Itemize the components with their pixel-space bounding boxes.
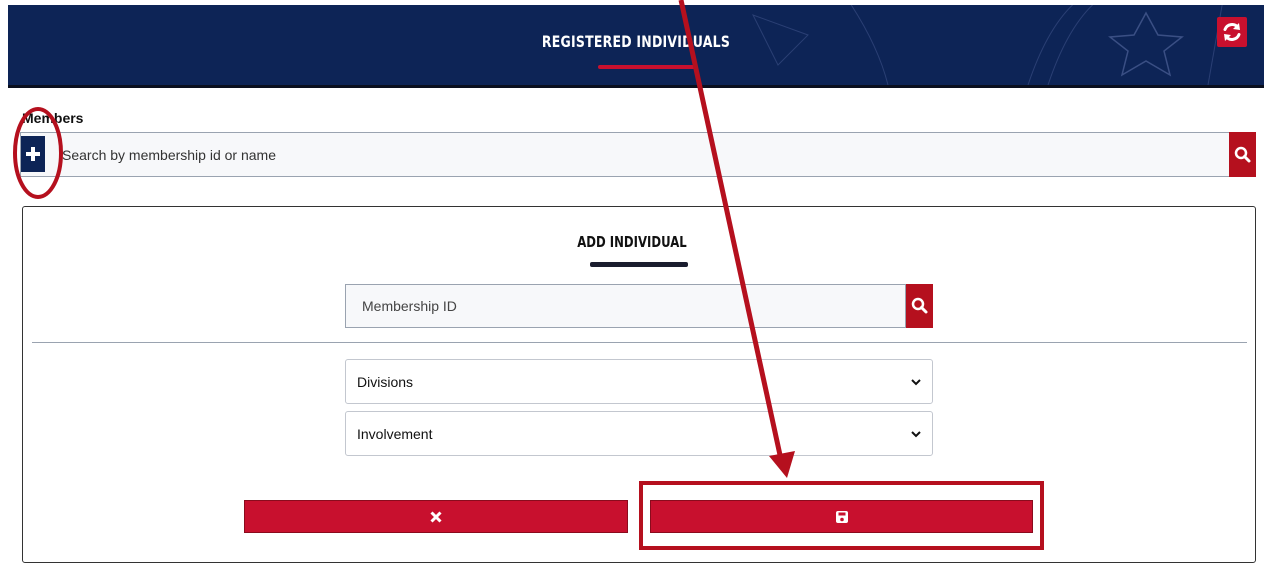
member-search-input[interactable]	[62, 145, 1212, 165]
divisions-select-label: Divisions	[357, 374, 414, 390]
membership-id-input[interactable]	[345, 284, 906, 328]
chevron-down-icon	[911, 431, 921, 438]
panel-title-underline	[590, 262, 688, 267]
membership-search-button[interactable]	[906, 284, 933, 328]
divider	[32, 342, 1247, 343]
divisions-select[interactable]: Divisions	[345, 359, 933, 404]
page-title: REGISTERED INDIVIDUALS	[541, 32, 731, 51]
cancel-button[interactable]	[244, 500, 628, 533]
involvement-select[interactable]: Involvement	[345, 411, 933, 456]
plus-icon	[26, 147, 40, 161]
chevron-down-icon	[911, 379, 921, 386]
members-label: Members	[22, 110, 84, 126]
title-underline	[598, 65, 696, 69]
header-banner: REGISTERED INDIVIDUALS	[8, 5, 1264, 88]
member-search-button[interactable]	[1229, 132, 1256, 177]
highlight-box	[639, 481, 1044, 550]
refresh-icon	[1223, 23, 1241, 41]
search-icon	[1234, 146, 1251, 163]
panel-title: ADD INDIVIDUAL	[577, 233, 687, 251]
involvement-select-label: Involvement	[357, 426, 433, 442]
add-button[interactable]	[21, 136, 45, 172]
search-icon	[911, 297, 928, 314]
refresh-button[interactable]	[1217, 17, 1247, 47]
close-icon	[430, 510, 442, 523]
